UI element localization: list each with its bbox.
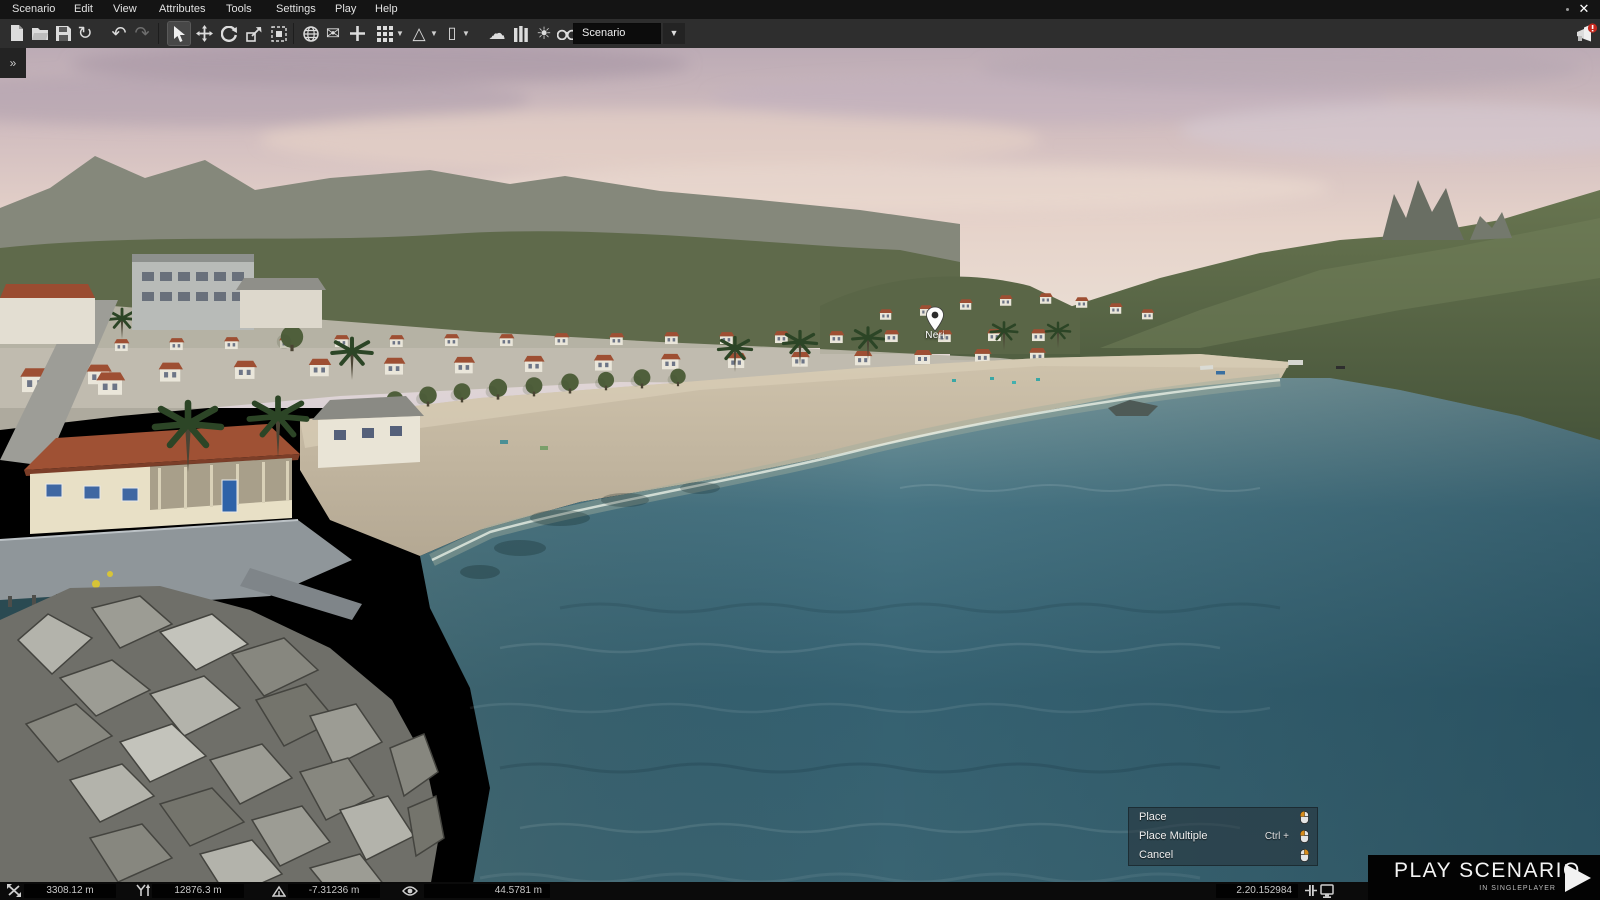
envelope-icon[interactable]: ✉ (322, 22, 344, 45)
undo-button[interactable]: ↶ (108, 22, 130, 45)
menu-view[interactable]: View (113, 0, 137, 19)
open-scenario-button[interactable] (29, 22, 51, 45)
globe-icon (303, 26, 319, 42)
viewport-3d[interactable]: Neri (0, 48, 1600, 900)
toolbar: ↻ ↶ ↷ ✉ ▼ △ ▼ ▯ ▼ (0, 19, 1600, 48)
map-marker-neri[interactable]: Neri (921, 306, 949, 341)
context-menu: Place Place Multiple Ctrl + Cancel (1128, 807, 1318, 866)
context-menu-item-place-multiple[interactable]: Place Multiple Ctrl + (1129, 827, 1317, 846)
new-file-icon (10, 25, 24, 42)
reload-icon[interactable]: ↻ (74, 22, 96, 45)
context-item-label: Cancel (1139, 849, 1173, 861)
new-scenario-button[interactable] (6, 22, 28, 45)
menu-edit[interactable]: Edit (74, 0, 93, 19)
plus-icon (350, 26, 365, 41)
camera-height-eye-icon (402, 884, 418, 900)
altitude-value: -7.31236 m (288, 884, 380, 898)
close-window-button[interactable]: ✕ (1574, 0, 1594, 19)
scene-coastal-town (0, 48, 1600, 900)
version-value: 2.20.152984 (1216, 884, 1298, 898)
y-coordinate-icon (136, 884, 150, 900)
eden-editor-window: Neri » Scenario Edit View Attributes Too… (0, 0, 1600, 900)
left-panel-expander[interactable]: » (0, 48, 26, 78)
menu-tools[interactable]: Tools (226, 0, 252, 19)
fps-meter-icon (1304, 884, 1318, 900)
columns-icon (514, 26, 528, 42)
boat (1288, 360, 1303, 365)
notifications-button[interactable] (1574, 22, 1598, 45)
play-scenario-label: PLAY SCENARIO (1394, 859, 1581, 883)
status-bar: 3308.12 m 12876.3 m -7.31236 m 44.5781 m… (0, 882, 1600, 900)
y-coordinate-value: 12876.3 m (152, 884, 244, 898)
toolbar-separator (293, 23, 294, 44)
mouse-left-click-icon (1300, 811, 1309, 824)
rotate-tool-button[interactable] (218, 22, 240, 45)
save-floppy-icon (56, 26, 71, 41)
menu-dot (1566, 8, 1569, 11)
altitude-icon (272, 884, 286, 900)
x-coordinate-value: 3308.12 m (24, 884, 116, 898)
vertical-mode-dropdown-arrow[interactable]: ▼ (460, 22, 472, 45)
boat (1216, 371, 1225, 375)
mouse-left-click-icon (1300, 830, 1309, 843)
menu-bar: Scenario Edit View Attributes Tools Sett… (0, 0, 1600, 19)
megaphone-icon (1574, 22, 1598, 45)
lighting-button[interactable]: ☀ (533, 22, 555, 45)
scale-tool-button[interactable] (243, 22, 265, 45)
grid-snap-button[interactable] (374, 22, 396, 45)
menu-attributes[interactable]: Attributes (159, 0, 205, 19)
menu-settings[interactable]: Settings (276, 0, 316, 19)
play-mode-label: IN SINGLEPLAYER (1368, 885, 1556, 892)
edit-mode-select[interactable]: Scenario (573, 23, 661, 44)
boat (1336, 366, 1345, 369)
menu-play[interactable]: Play (335, 0, 356, 19)
context-item-label: Place (1139, 811, 1167, 823)
world-globe-button[interactable] (300, 22, 322, 45)
location-pin-icon (925, 306, 945, 332)
menu-help[interactable]: Help (375, 0, 398, 19)
grid-dots-icon (377, 26, 393, 42)
weather-button[interactable]: ☁ (486, 22, 508, 45)
play-scenario-panel[interactable]: PLAY SCENARIO IN SINGLEPLAYER (1368, 855, 1600, 900)
redo-button[interactable]: ↷ (131, 22, 153, 45)
rotate-icon (221, 26, 237, 42)
cursor-icon (173, 26, 186, 42)
grid-snap-dropdown-arrow[interactable]: ▼ (394, 22, 406, 45)
marker-label: Neri (921, 330, 949, 341)
context-menu-item-cancel[interactable]: Cancel (1129, 846, 1317, 865)
monitor-icon (1320, 884, 1334, 900)
play-triangle-icon (1564, 863, 1592, 893)
shortcut-label: Ctrl + (1265, 827, 1289, 846)
surface-snap-dropdown-arrow[interactable]: ▼ (428, 22, 440, 45)
camera-height-value: 44.5781 m (424, 884, 550, 898)
select-tool-button[interactable] (168, 22, 190, 45)
menu-scenario[interactable]: Scenario (12, 0, 55, 19)
x-coordinate-icon (7, 884, 21, 900)
area-select-icon (271, 26, 287, 42)
breakwater-rocks (0, 586, 444, 900)
add-marker-button[interactable] (346, 22, 368, 45)
save-scenario-button[interactable] (52, 22, 74, 45)
context-item-label: Place Multiple (1139, 830, 1207, 842)
open-folder-icon (32, 26, 49, 41)
surface-snap-button[interactable]: △ (408, 22, 430, 45)
move-arrows-icon (196, 25, 213, 42)
mouse-right-click-icon (1300, 849, 1309, 862)
time-of-day-button[interactable] (510, 22, 532, 45)
toolbar-separator (158, 23, 159, 44)
edit-mode-dropdown-arrow[interactable]: ▼ (663, 23, 685, 44)
area-select-tool-button[interactable] (268, 22, 290, 45)
context-menu-item-place[interactable]: Place (1129, 808, 1317, 827)
scale-icon (246, 26, 262, 42)
translate-tool-button[interactable] (193, 22, 215, 45)
